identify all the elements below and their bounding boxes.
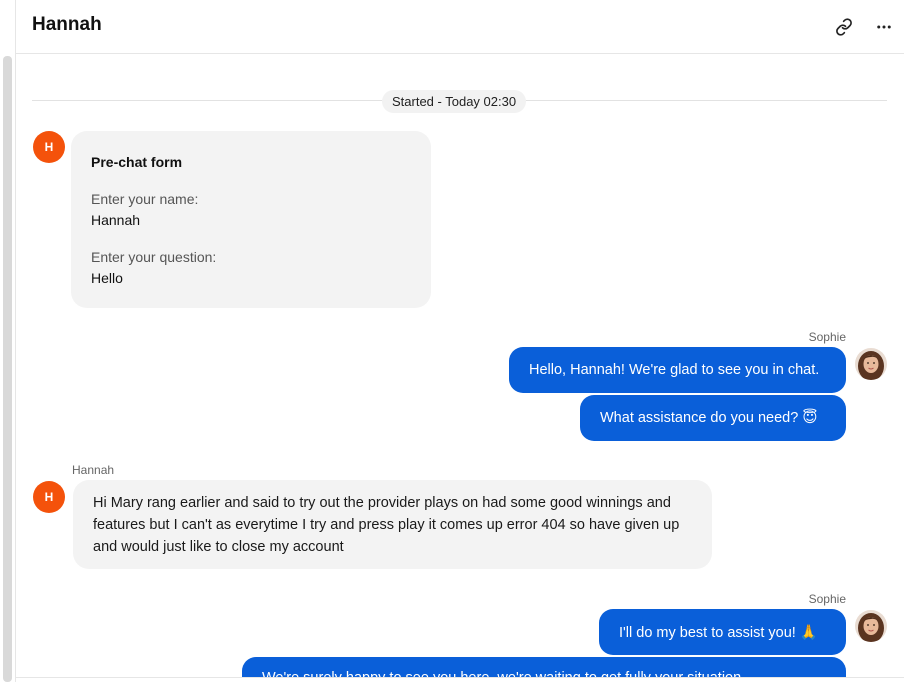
question-label: Enter your question: bbox=[91, 249, 217, 265]
left-rail bbox=[0, 0, 16, 682]
agent-message: Hello, Hannah! We're glad to see you in … bbox=[509, 347, 846, 393]
agent-message: What assistance do you need? 😇 bbox=[580, 395, 846, 441]
chat-transcript[interactable]: Started - Today 02:30 H Pre-chat form En… bbox=[16, 55, 904, 677]
link-icon[interactable] bbox=[832, 15, 856, 39]
more-horizontal-icon[interactable] bbox=[872, 15, 896, 39]
sender-name: Sophie bbox=[808, 592, 846, 606]
sender-name: Sophie bbox=[808, 330, 846, 344]
scrollbar[interactable] bbox=[3, 56, 12, 682]
form-title: Pre-chat form bbox=[91, 154, 183, 170]
avatar: H bbox=[33, 131, 65, 163]
avatar: H bbox=[33, 481, 65, 513]
user-message: Hi Mary rang earlier and said to try out… bbox=[73, 480, 712, 569]
agent-message: I'll do my best to assist you! 🙏 bbox=[599, 609, 846, 655]
avatar bbox=[855, 610, 887, 642]
name-label: Enter your name: bbox=[91, 191, 199, 207]
divider bbox=[16, 677, 904, 678]
question-value: Hello bbox=[91, 270, 123, 286]
name-value: Hannah bbox=[91, 212, 141, 228]
prechat-form-card: Pre-chat form Enter your name: Hannah En… bbox=[71, 131, 431, 308]
started-badge: Started - Today 02:30 bbox=[382, 90, 527, 113]
page-title: Hannah bbox=[32, 14, 102, 35]
sender-name: Hannah bbox=[72, 463, 115, 477]
chat-header: Hannah bbox=[16, 0, 904, 54]
agent-message: We're surely happy to see you here, we'r… bbox=[242, 657, 846, 677]
avatar bbox=[855, 348, 887, 380]
